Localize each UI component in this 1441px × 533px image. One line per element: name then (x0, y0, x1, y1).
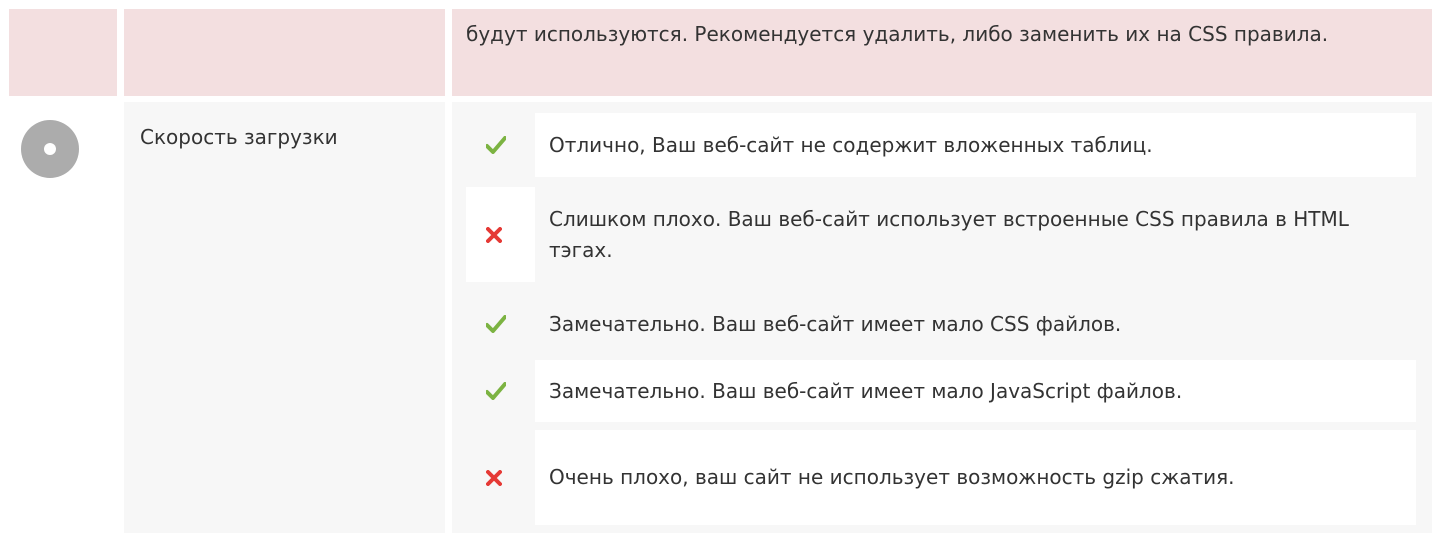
neutral-circle-icon (21, 120, 79, 178)
check-text: Отлично, Ваш веб-сайт не содержит вложен… (535, 113, 1416, 177)
section-title: Скорость загрузки (140, 125, 338, 149)
alert-label-cell (124, 9, 445, 96)
check-text: Замечательно. Ваш веб-сайт имеет мало Ja… (535, 360, 1416, 422)
check-item-nested-tables: Отлично, Ваш веб-сайт не содержит вложен… (466, 113, 1416, 177)
check-text: Очень плохо, ваш сайт не использует возм… (535, 430, 1416, 525)
check-item-gzip: Очень плохо, ваш сайт не использует возм… (466, 430, 1416, 525)
check-text: Слишком плохо. Ваш веб-сайт использует в… (535, 187, 1416, 282)
circle-dot (44, 143, 56, 155)
cross-icon (466, 430, 535, 525)
check-item-js-files: Замечательно. Ваш веб-сайт имеет мало Ja… (466, 360, 1416, 422)
alert-text-cell: будут используются. Рекомендуется удалит… (452, 9, 1432, 96)
check-icon (466, 292, 535, 356)
alert-text: будут используются. Рекомендуется удалит… (466, 22, 1329, 46)
section-label-cell: Скорость загрузки (124, 102, 445, 533)
report-page: будут используются. Рекомендуется удалит… (0, 0, 1441, 533)
cross-icon (466, 187, 535, 282)
check-item-css-files: Замечательно. Ваш веб-сайт имеет мало CS… (466, 292, 1416, 356)
check-item-inline-css: Слишком плохо. Ваш веб-сайт использует в… (466, 187, 1416, 282)
check-icon (466, 113, 535, 177)
check-icon (466, 360, 535, 422)
alert-icon-cell (9, 9, 117, 96)
check-text: Замечательно. Ваш веб-сайт имеет мало CS… (535, 292, 1416, 356)
